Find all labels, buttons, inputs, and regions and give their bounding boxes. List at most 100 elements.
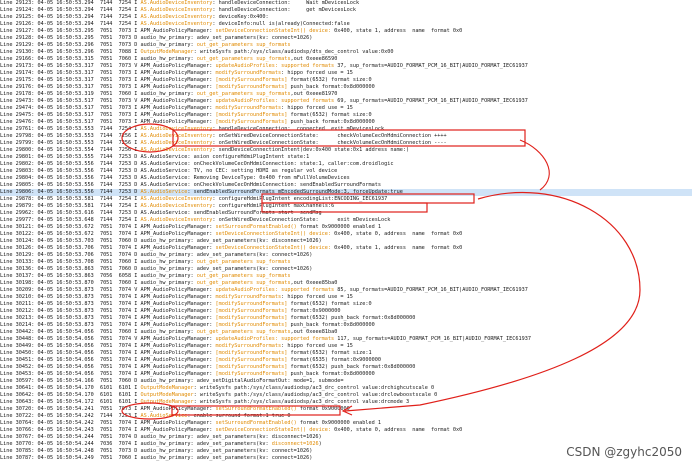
log-line[interactable]: Line 29129: 04-05 16:50:53.296 7051 7073…	[0, 42, 692, 49]
log-text: Line 29798: 04-05 16:50:53.553 7144 7256…	[0, 133, 141, 139]
log-keyword: [modifySurroundFormats]	[215, 301, 288, 307]
log-text: 37, sup_formats=AUDIO_FORMAT_PCM_16_BIT|…	[334, 63, 528, 69]
log-line[interactable]: Line 29878: 04-05 16:50:53.581 7144 7254…	[0, 196, 692, 203]
log-line[interactable]: Line 29175: 04-05 16:50:53.317 7051 7073…	[0, 77, 692, 84]
log-line[interactable]: Line 30451: 04-05 16:50:54.056 7051 7074…	[0, 357, 692, 364]
log-line[interactable]: Line 30209: 04-05 16:50:53.873 7051 7074…	[0, 287, 692, 294]
log-text: Line 30449: 04-05 16:50:54.056 7051 7074…	[0, 343, 216, 349]
log-line[interactable]: Line 29473: 04-05 16:50:53.517 7051 7073…	[0, 98, 692, 105]
log-line[interactable]: Line 29802: 04-05 16:50:53.556 7144 7253…	[0, 161, 692, 168]
log-line[interactable]: Line 30643: 04-05 16:50:54.172 6101 6101…	[0, 399, 692, 406]
log-line[interactable]: Line 29806: 04-05 16:50:53.556 7144 7253…	[0, 189, 692, 196]
log-keyword: updateAudioProfiles: supported formats	[215, 98, 335, 104]
log-line[interactable]: Line 29125: 04-05 16:50:53.294 7144 7254…	[0, 14, 692, 21]
log-text: 85, sup_formats=AUDIO_FORMAT_PCM_16_BIT|…	[334, 287, 528, 293]
log-line[interactable]: Line 30720: 04-05 16:50:54.241 7051 7073…	[0, 406, 692, 413]
log-keyword: out_get_parameters sup_formats	[196, 91, 291, 97]
log-line[interactable]: Line 30722: 04-05 16:50:54.242 7144 7253…	[0, 413, 692, 420]
log-line[interactable]: Line 30213: 04-05 16:50:53.873 7051 7074…	[0, 315, 692, 322]
log-keyword: setDeviceConnectionStateInt() device:	[215, 28, 332, 34]
log-text: Line 29174: 04-05 16:50:53.317 7051 7073…	[0, 70, 216, 76]
log-line[interactable]: Line 30214: 04-05 16:50:53.873 7051 7074…	[0, 322, 692, 329]
log-keyword: AS.AudioService	[140, 413, 188, 419]
log-line[interactable]: Line 30133: 04-05 16:50:53.708 7051 7060…	[0, 259, 692, 266]
log-line[interactable]: Line 29123: 04-05 16:50:53.294 7144 7254…	[0, 0, 692, 7]
log-line[interactable]: Line 29124: 04-05 16:50:53.294 7144 7254…	[0, 7, 692, 14]
log-keyword: [modifySurroundFormats]	[215, 112, 288, 118]
log-line[interactable]: Line 30126: 04-05 16:50:53.706 7051 7074…	[0, 245, 692, 252]
log-line[interactable]: Line 30453: 04-05 16:50:54.056 7051 7074…	[0, 371, 692, 378]
log-text: : deviceInfo:null is(already)Connected:f…	[212, 21, 350, 27]
log-text: Line 30766: 04-05 16:50:54.243 7051 7074…	[0, 427, 216, 433]
log-keyword: AS.AudioDeviceInventory	[140, 147, 213, 153]
log-line[interactable]: Line 29801: 04-05 16:50:53.555 7144 7253…	[0, 154, 692, 161]
log-line[interactable]: Line 29476: 04-05 16:50:53.517 7051 7073…	[0, 119, 692, 126]
log-line[interactable]: Line 30210: 04-05 16:50:53.873 7051 7074…	[0, 294, 692, 301]
log-line[interactable]: Line 30129: 04-05 16:50:53.706 7051 7074…	[0, 252, 692, 259]
log-keyword: AS.AudioDeviceInventory	[140, 203, 213, 209]
log-line[interactable]: Line 29799: 04-05 16:50:53.553 7144 7256…	[0, 140, 692, 147]
log-line[interactable]: Line 29174: 04-05 16:50:53.317 7051 7073…	[0, 70, 692, 77]
log-keyword: AS.AudioDeviceInventory	[140, 126, 213, 132]
log-keyword: [modifySurroundFormats]	[215, 364, 288, 370]
log-line[interactable]: Line 30450: 04-05 16:50:54.056 7051 7074…	[0, 350, 692, 357]
log-line[interactable]: Line 30442: 04-05 16:50:54.056 7051 7060…	[0, 329, 692, 336]
log-keyword: AS.AudioDeviceInventory	[140, 196, 213, 202]
log-text: Line 30212: 04-05 16:50:53.873 7051 7074…	[0, 308, 216, 314]
log-line[interactable]: Line 29474: 04-05 16:50:53.517 7051 7073…	[0, 105, 692, 112]
log-text: : configureHdmiPlugIntent encodingList:E…	[212, 196, 388, 202]
log-line[interactable]: Line 29761: 04-05 16:50:53.553 7144 7254…	[0, 126, 692, 133]
log-line[interactable]: Line 30121: 04-05 16:50:53.672 7051 7074…	[0, 224, 692, 231]
log-line[interactable]: Line 30137: 04-05 16:50:53.863 7056 6058…	[0, 273, 692, 280]
log-line[interactable]: Line 30122: 04-05 16:50:53.672 7051 7074…	[0, 231, 692, 238]
log-line[interactable]: Line 30136: 04-05 16:50:53.863 7051 7060…	[0, 266, 692, 273]
log-line[interactable]: Line 30452: 04-05 16:50:54.056 7051 7074…	[0, 364, 692, 371]
log-line[interactable]: Line 29977: 04-05 16:50:53.648 7144 7254…	[0, 217, 692, 224]
log-line[interactable]: Line 29176: 04-05 16:50:53.317 7051 7073…	[0, 84, 692, 91]
log-line[interactable]: Line 29173: 04-05 16:50:53.317 7051 7073…	[0, 63, 692, 70]
log-keyword: [modifySurroundFormats]	[215, 371, 288, 377]
log-text: Line 30213: 04-05 16:50:53.873 7051 7074…	[0, 315, 216, 321]
log-line[interactable]: Line 29879: 04-05 16:50:53.581 7144 7254…	[0, 203, 692, 210]
log-text: push_back format:0x8d000000	[287, 84, 375, 90]
log-line[interactable]: Line 29475: 04-05 16:50:53.517 7051 7073…	[0, 112, 692, 119]
log-text: : onSetWiredDeviceConnectionState: check…	[212, 133, 447, 139]
log-line[interactable]: Line 29128: 04-05 16:50:53.295 7051 7073…	[0, 35, 692, 42]
log-text: Line 30209: 04-05 16:50:53.873 7051 7074…	[0, 287, 216, 293]
log-text: Line 30442: 04-05 16:50:54.056 7051 7060…	[0, 329, 197, 335]
log-line[interactable]: Line 29798: 04-05 16:50:53.553 7144 7256…	[0, 133, 692, 140]
log-line[interactable]: Line 29130: 04-05 16:50:53.296 7051 7088…	[0, 49, 692, 56]
log-line[interactable]: Line 30641: 04-05 16:50:54.170 6101 6101…	[0, 385, 692, 392]
log-line[interactable]: Line 30448: 04-05 16:50:54.056 7051 7074…	[0, 336, 692, 343]
log-line[interactable]: Line 30198: 04-05 16:50:53.870 7051 7060…	[0, 280, 692, 287]
log-line[interactable]: Line 29962: 04-05 16:50:53.616 7144 7253…	[0, 210, 692, 217]
log-view[interactable]: Line 29123: 04-05 16:50:53.294 7144 7254…	[0, 0, 692, 464]
log-line[interactable]: Line 30766: 04-05 16:50:54.243 7051 7074…	[0, 427, 692, 434]
log-line[interactable]: Line 29166: 04-05 16:50:53.315 7051 7060…	[0, 56, 692, 63]
log-line[interactable]: Line 29126: 04-05 16:50:53.294 7144 7254…	[0, 21, 692, 28]
log-line[interactable]: Line 30767: 04-05 16:50:54.244 7051 7074…	[0, 434, 692, 441]
log-text: : writeSysfs path:/sys/class/audiodsp/dt…	[193, 49, 394, 55]
log-line[interactable]: Line 30597: 04-05 16:50:54.166 7051 7060…	[0, 378, 692, 385]
log-keyword: [modifySurroundFormats]	[215, 119, 288, 125]
log-line[interactable]: Line 30211: 04-05 16:50:53.873 7051 7074…	[0, 301, 692, 308]
log-text: Line 29977: 04-05 16:50:53.648 7144 7254…	[0, 217, 141, 223]
log-line[interactable]: Line 29178: 04-05 16:50:53.319 7051 7060…	[0, 91, 692, 98]
log-line[interactable]: Line 30764: 04-05 16:50:54.242 7051 7074…	[0, 420, 692, 427]
log-text: Line 30787: 04-05 16:50:54.249 7051 7060…	[0, 455, 313, 461]
log-line[interactable]: Line 30212: 04-05 16:50:53.873 7051 7074…	[0, 308, 692, 315]
log-keyword: AS.AudioService	[140, 189, 188, 195]
log-text: : hippo forced use = 15	[281, 70, 353, 76]
log-line[interactable]: Line 29800: 04-05 16:50:53.554 7144 7256…	[0, 147, 692, 154]
log-keyword: out_get_parameters sup_formats	[196, 280, 291, 286]
log-line[interactable]: Line 30124: 04-05 16:50:53.703 7051 7060…	[0, 238, 692, 245]
log-line[interactable]: Line 29127: 04-05 16:50:53.295 7051 7073…	[0, 28, 692, 35]
log-keyword: [modifySurroundFormats]	[215, 322, 288, 328]
log-line[interactable]: Line 30449: 04-05 16:50:54.056 7051 7074…	[0, 343, 692, 350]
log-text: Line 29173: 04-05 16:50:53.317 7051 7073…	[0, 63, 216, 69]
log-line[interactable]: Line 29803: 04-05 16:50:53.556 7144 7253…	[0, 168, 692, 175]
log-text: Line 30597: 04-05 16:50:54.166 7051 7060…	[0, 378, 344, 384]
log-line[interactable]: Line 29804: 04-05 16:50:53.556 7144 7253…	[0, 175, 692, 182]
log-line[interactable]: Line 30642: 04-05 16:50:54.170 6101 6101…	[0, 392, 692, 399]
log-line[interactable]: Line 29805: 04-05 16:50:53.556 7144 7253…	[0, 182, 692, 189]
